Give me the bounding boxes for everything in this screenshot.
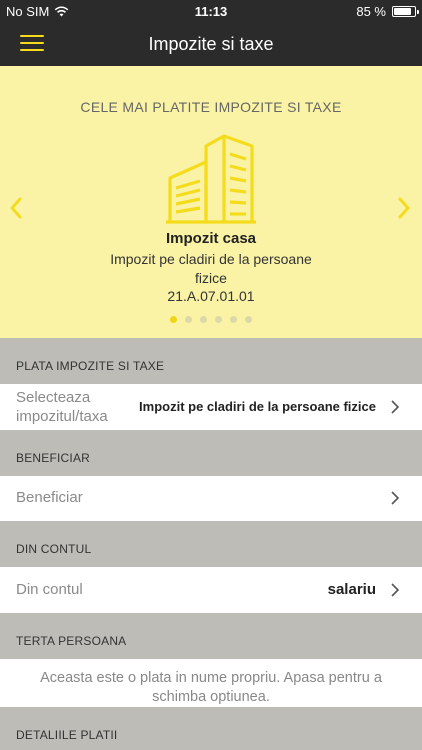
third-party-option-row[interactable]: Aceasta este o plata in nume propriu. Ap…: [0, 659, 422, 707]
carousel-dot[interactable]: [170, 316, 177, 323]
featured-taxes-carousel[interactable]: CELE MAI PLATITE IMPOZITE SI TAXE Impozi…: [0, 66, 422, 338]
select-tax-value: Impozit pe cladiri de la persoane fizice: [139, 399, 376, 414]
beneficiary-row[interactable]: Beneficiar: [0, 476, 422, 521]
status-right: 85 %: [356, 4, 419, 19]
carousel-page-indicator[interactable]: [0, 316, 422, 323]
battery-icon: [392, 6, 419, 17]
section-header-beneficiar: BENEFICIAR: [16, 451, 91, 465]
carousel-dot[interactable]: [245, 316, 252, 323]
section-header-terta: TERTA PERSOANA: [16, 634, 127, 648]
carousel-dot[interactable]: [200, 316, 207, 323]
chevron-right-icon: [391, 583, 400, 597]
select-tax-row[interactable]: Selecteaza impozitul/taxa Impozit pe cla…: [0, 384, 422, 430]
carousel-prev-arrow-icon[interactable]: [8, 196, 24, 220]
carousel-dot[interactable]: [185, 316, 192, 323]
building-icon: [166, 134, 256, 224]
slide-description: Impozit pe cladiri de la persoane fizice: [110, 251, 312, 286]
section-header-detalii: DETALIILE PLATII: [16, 728, 118, 742]
battery-fill: [394, 8, 411, 15]
carousel-dot[interactable]: [215, 316, 222, 323]
third-party-notice: Aceasta este o plata in nume propriu. Ap…: [40, 670, 382, 705]
source-account-value: salariu: [327, 581, 376, 598]
slide-code: 21.A.07.01.01: [167, 288, 255, 304]
battery-tip: [417, 10, 419, 14]
battery-percent: 85 %: [356, 4, 386, 19]
carousel-next-arrow-icon[interactable]: [396, 196, 412, 220]
chevron-right-icon: [391, 491, 400, 505]
source-account-row[interactable]: Din contul salariu: [0, 567, 422, 613]
beneficiary-label: Beneficiar: [16, 489, 83, 506]
source-account-label: Din contul: [16, 581, 83, 598]
page-title: Impozite si taxe: [148, 34, 274, 54]
slide-title: Impozit casa: [165, 230, 257, 247]
section-header-plata: PLATA IMPOZITE SI TAXE: [16, 359, 165, 373]
section-header-din-contul: DIN CONTUL: [16, 542, 92, 556]
status-bar: No SIM 11:13 85 %: [0, 0, 422, 22]
carousel-dot[interactable]: [230, 316, 237, 323]
nav-bar: Impozite si taxe: [0, 22, 422, 66]
chevron-right-icon: [391, 400, 400, 414]
carousel-heading: CELE MAI PLATITE IMPOZITE SI TAXE: [80, 99, 342, 115]
select-tax-label: Selecteaza impozitul/taxa: [16, 389, 108, 425]
